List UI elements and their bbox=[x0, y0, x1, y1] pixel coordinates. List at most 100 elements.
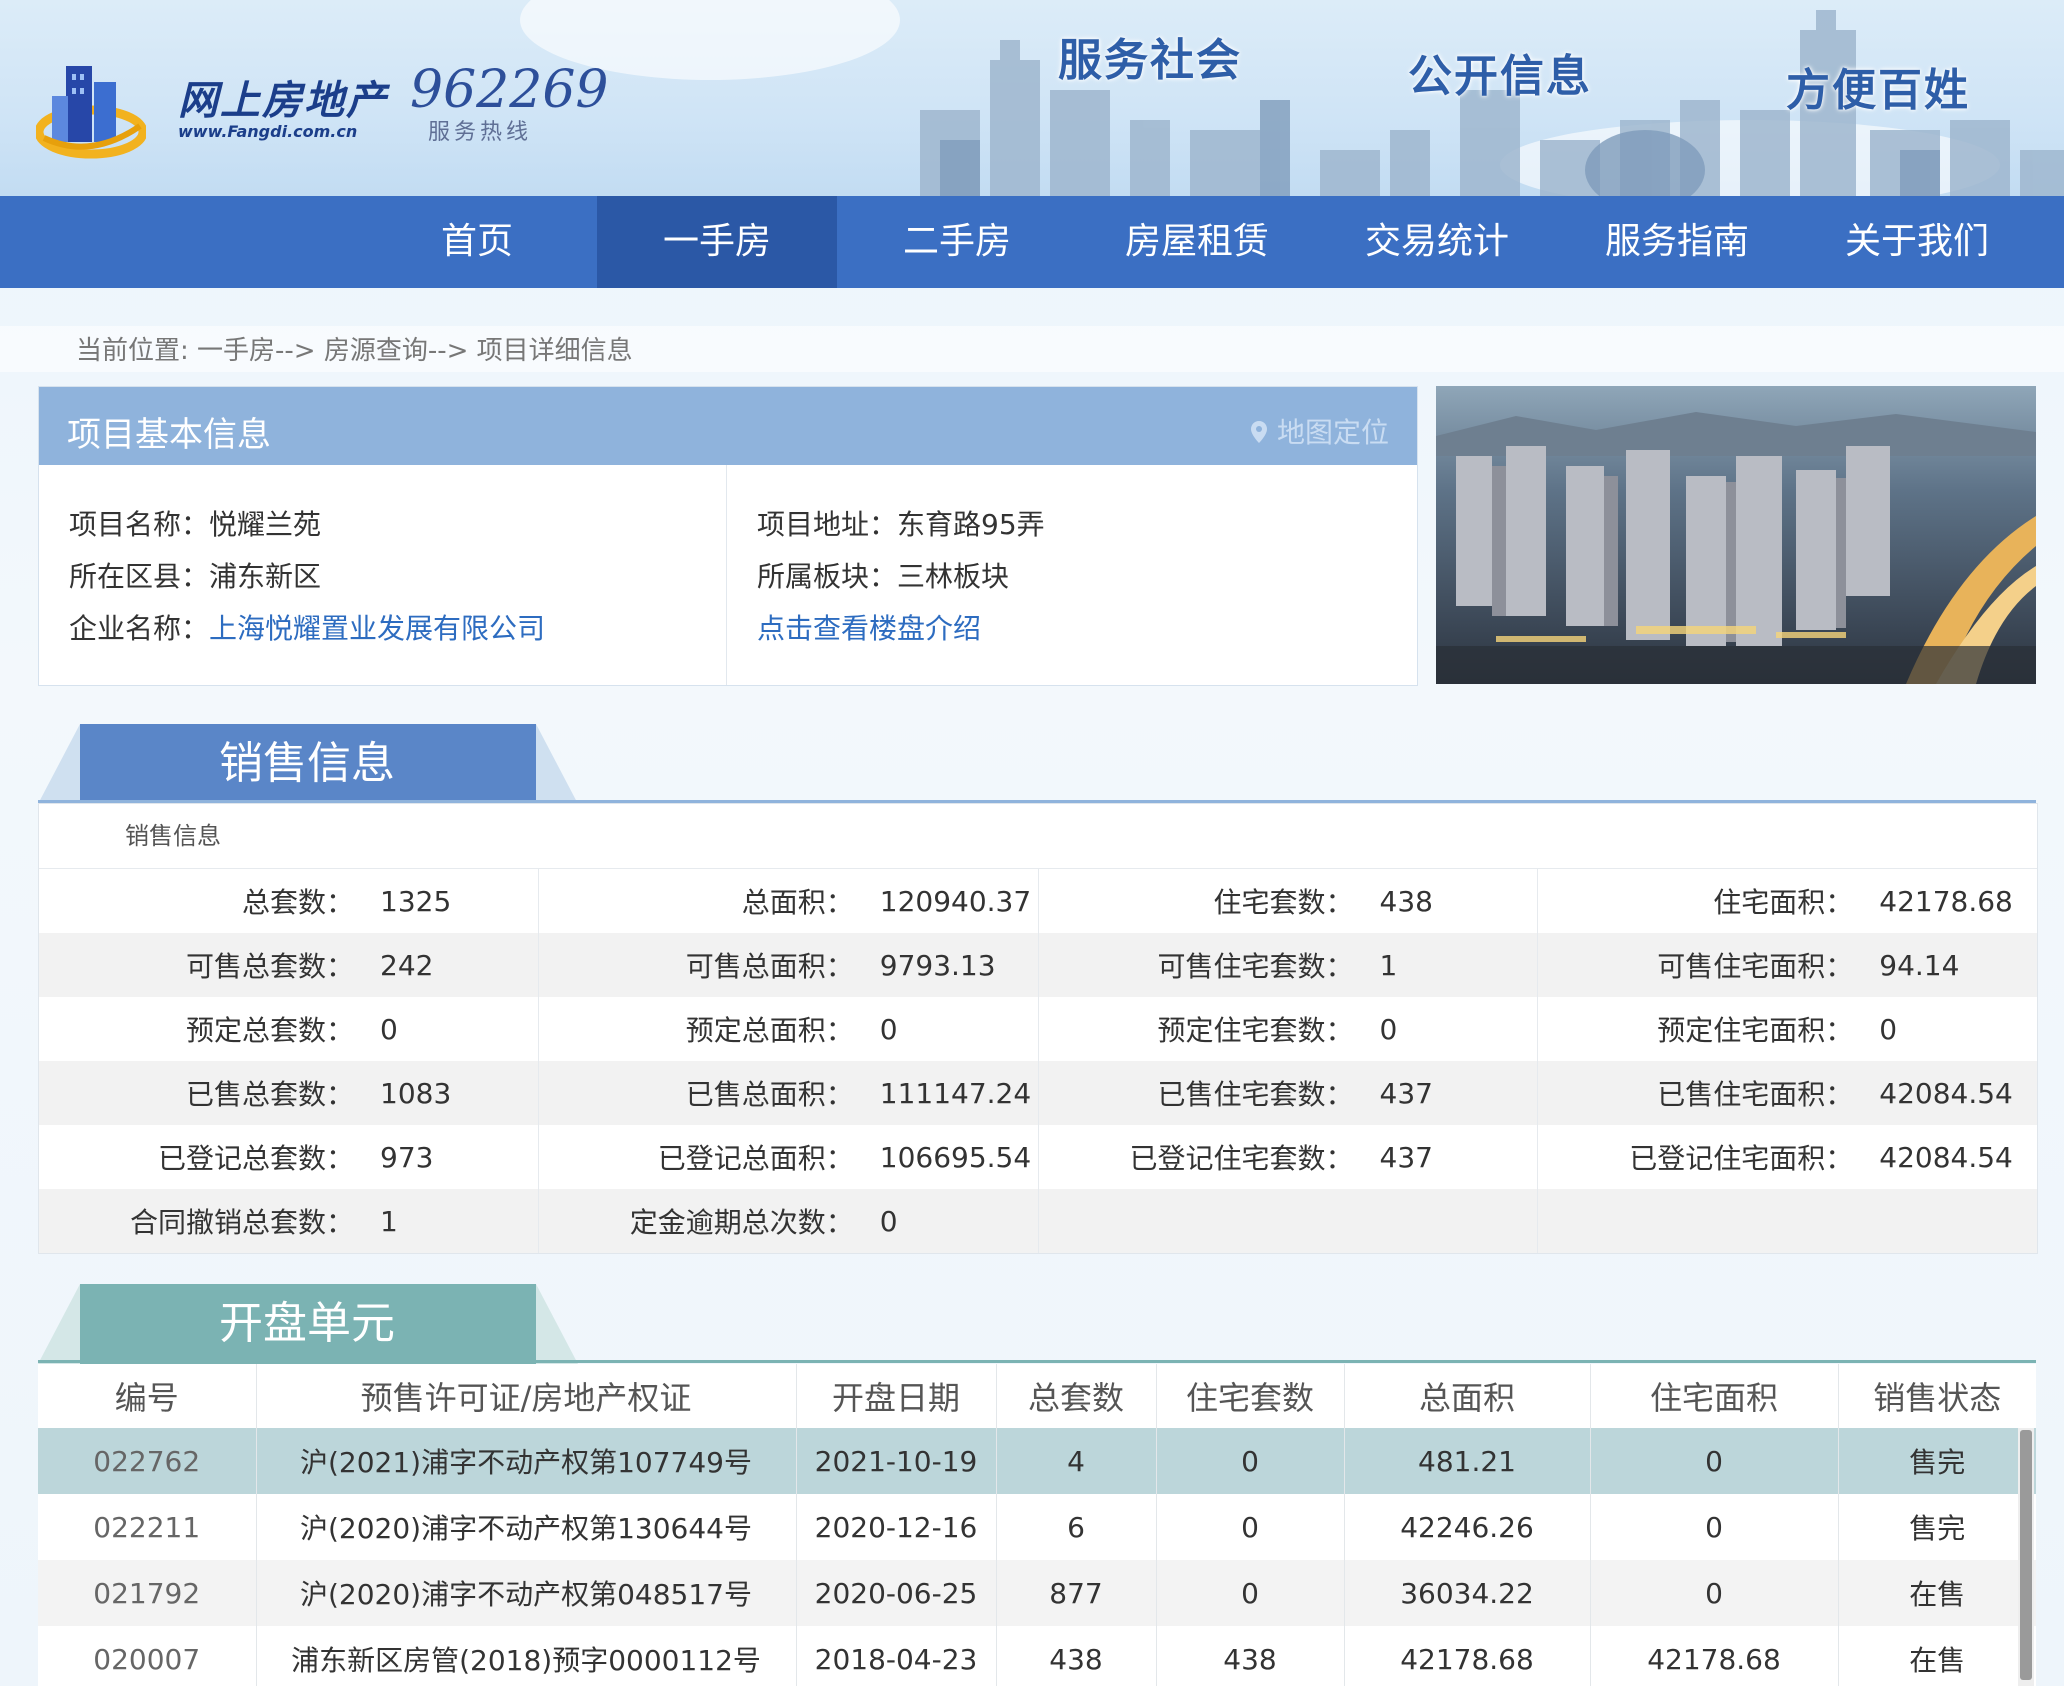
nav-new-homes[interactable]: 一手房 bbox=[597, 196, 837, 288]
stat-label: 已登记总套数： bbox=[157, 1142, 354, 1175]
company-label: 企业名称： bbox=[69, 612, 210, 645]
stat-value: 0 bbox=[1379, 1012, 1398, 1046]
stat-value: 0 bbox=[1879, 1012, 1898, 1046]
stat-value: 0 bbox=[879, 1012, 898, 1046]
district-label: 所在区县： bbox=[69, 560, 210, 593]
address-label: 项目地址： bbox=[757, 508, 898, 541]
sales-row-sold: 已售总套数： 1083 已售总面积： 111147.24 已售住宅套数： 437 已售… bbox=[39, 1061, 2037, 1125]
col-header-residential-units[interactable]: 住宅套数 bbox=[1156, 1364, 1345, 1428]
map-pin-icon bbox=[1251, 421, 1268, 443]
stat-value: 1325 bbox=[380, 884, 452, 918]
unit-code: 021792 bbox=[38, 1560, 257, 1626]
permit-number[interactable]: 浦东新区房管(2018)预字0000112号 bbox=[256, 1626, 797, 1686]
stat-label: 可售住宅套数： bbox=[1157, 950, 1354, 983]
block-label: 所属板块： bbox=[757, 560, 898, 593]
fangdi-logo-icon[interactable] bbox=[36, 52, 146, 162]
stat-label: 已登记住宅套数： bbox=[1129, 1142, 1354, 1175]
nav-about-us[interactable]: 关于我们 bbox=[1797, 196, 2037, 288]
slogan-serve-society: 服务社会 bbox=[1058, 35, 1242, 86]
stat-value: 120940.37 bbox=[879, 884, 1032, 918]
district-row: 所在区县：浦东新区 bbox=[69, 555, 321, 595]
col-header-sale-status[interactable]: 销售状态 bbox=[1838, 1364, 2036, 1428]
district-value: 浦东新区 bbox=[209, 560, 322, 593]
stat-value: 1083 bbox=[380, 1076, 452, 1110]
col-header-open-date[interactable]: 开盘日期 bbox=[796, 1364, 997, 1428]
stat-label: 总面积： bbox=[741, 886, 854, 919]
address-value: 东育路95弄 bbox=[897, 508, 1045, 541]
residential-area: 0 bbox=[1590, 1428, 1839, 1494]
stat-label: 预定住宅套数： bbox=[1157, 1014, 1354, 1047]
sale-status: 在售 bbox=[1909, 1644, 1966, 1677]
project-info-panel: 项目基本信息 地图定位 项目名称：悦耀兰苑 所在区县：浦东新区 企业名称：上海悦… bbox=[38, 386, 1418, 686]
nav-resale-homes[interactable]: 二手房 bbox=[837, 196, 1077, 288]
stat-value: 438 bbox=[1379, 884, 1433, 918]
sale-status: 售完 bbox=[1909, 1512, 1966, 1545]
logo-url: www.Fangdi.com.cn bbox=[178, 122, 358, 141]
sales-info-table: 销售信息 总套数： 1325 总面积： 120940.37 住宅套数： 438 住宅面… bbox=[38, 803, 2038, 1254]
nav-home[interactable]: 首页 bbox=[357, 196, 597, 288]
total-area: 42178.68 bbox=[1344, 1626, 1591, 1686]
total-area: 36034.22 bbox=[1344, 1560, 1591, 1626]
sales-info-caption: 销售信息 bbox=[39, 804, 2037, 869]
project-intro-link[interactable]: 点击查看楼盘介绍 bbox=[757, 612, 981, 645]
stat-value: 42084.54 bbox=[1879, 1076, 2013, 1110]
table-row[interactable]: 022762 沪(2021)浦字不动产权第107749号 2021-10-19 … bbox=[38, 1428, 2036, 1494]
col-header-residential-area[interactable]: 住宅面积 bbox=[1590, 1364, 1839, 1428]
stat-value: 106695.54 bbox=[879, 1140, 1032, 1174]
nav-rental[interactable]: 房屋租赁 bbox=[1077, 196, 1317, 288]
stat-label: 可售总面积： bbox=[685, 950, 854, 983]
residential-area: 0 bbox=[1590, 1560, 1839, 1626]
stat-label: 已登记总面积： bbox=[657, 1142, 854, 1175]
table-row[interactable]: 021792 沪(2020)浦字不动产权第048517号 2020-06-25 … bbox=[38, 1560, 2036, 1626]
permit-number[interactable]: 沪(2021)浦字不动产权第107749号 bbox=[256, 1428, 797, 1494]
company-link[interactable]: 上海悦耀置业发展有限公司 bbox=[209, 612, 545, 645]
slogan-open-information: 公开信息 bbox=[1408, 51, 1592, 102]
project-info-title: 项目基本信息 bbox=[67, 415, 271, 455]
permit-number[interactable]: 沪(2020)浦字不动产权第130644号 bbox=[256, 1494, 797, 1560]
sales-row-registered: 已登记总套数： 973 已登记总面积： 106695.54 已登记住宅套数： 437 … bbox=[39, 1125, 2037, 1189]
residential-units: 0 bbox=[1156, 1560, 1345, 1626]
hotline-number: 962269 bbox=[410, 60, 609, 120]
stat-value: 9793.13 bbox=[879, 948, 996, 982]
sales-row-reserved: 预定总套数： 0 预定总面积： 0 预定住宅套数： 0 预定住宅面积： 0 bbox=[39, 997, 2037, 1061]
breadcrumb: 当前位置: 一手房--> 房源查询--> 项目详细信息 bbox=[76, 336, 633, 366]
residential-area: 42178.68 bbox=[1590, 1626, 1839, 1686]
units-table: 编号 预售许可证/房地产权证 开盘日期 总套数 住宅套数 总面积 住宅面积 销售… bbox=[38, 1364, 2036, 1686]
project-name-label: 项目名称： bbox=[69, 508, 210, 541]
stat-value: 437 bbox=[1379, 1076, 1433, 1110]
intro-row: 点击查看楼盘介绍 bbox=[757, 607, 981, 647]
unit-code: 022211 bbox=[38, 1494, 257, 1560]
project-name-value: 悦耀兰苑 bbox=[209, 508, 322, 541]
table-row[interactable]: 020007 浦东新区房管(2018)预字0000112号 2018-04-23… bbox=[38, 1626, 2036, 1686]
open-date: 2021-10-19 bbox=[796, 1428, 997, 1494]
sales-section-tab[interactable]: 销售信息 bbox=[80, 726, 534, 802]
col-header-code[interactable]: 编号 bbox=[38, 1364, 257, 1428]
stat-label: 预定总面积： bbox=[685, 1014, 854, 1047]
units-scrollbar-thumb[interactable] bbox=[2020, 1430, 2032, 1680]
total-area: 481.21 bbox=[1344, 1428, 1591, 1494]
project-photo[interactable] bbox=[1436, 386, 2036, 684]
logo-text[interactable]: 网上房地产 bbox=[178, 68, 388, 126]
stat-label: 可售总套数： bbox=[185, 950, 354, 983]
map-locate-link[interactable]: 地图定位 bbox=[1250, 411, 1389, 451]
address-row: 项目地址：东育路95弄 bbox=[757, 503, 1045, 543]
stat-label: 已售住宅面积： bbox=[1657, 1078, 1854, 1111]
units-table-container: 编号 预售许可证/房地产权证 开盘日期 总套数 住宅套数 总面积 住宅面积 销售… bbox=[38, 1364, 2036, 1686]
table-row[interactable]: 022211 沪(2020)浦字不动产权第130644号 2020-12-16 … bbox=[38, 1494, 2036, 1560]
stat-label: 已售住宅套数： bbox=[1157, 1078, 1354, 1111]
hotline-label: 服务热线 bbox=[428, 120, 533, 145]
sales-row-cancelled: 合同撤销总套数： 1 定金逾期总次数： 0 bbox=[39, 1189, 2037, 1253]
total-units: 438 bbox=[996, 1626, 1157, 1686]
stat-value: 1 bbox=[380, 1204, 398, 1238]
nav-service-guide[interactable]: 服务指南 bbox=[1557, 196, 1797, 288]
units-header-row: 编号 预售许可证/房地产权证 开盘日期 总套数 住宅套数 总面积 住宅面积 销售… bbox=[38, 1364, 2036, 1428]
units-section-tab[interactable]: 开盘单元 bbox=[80, 1286, 534, 1362]
column-divider bbox=[726, 465, 727, 685]
residential-area: 0 bbox=[1590, 1494, 1839, 1560]
permit-number[interactable]: 沪(2020)浦字不动产权第048517号 bbox=[256, 1560, 797, 1626]
col-header-permit[interactable]: 预售许可证/房地产权证 bbox=[256, 1364, 797, 1428]
nav-transaction-stats[interactable]: 交易统计 bbox=[1317, 196, 1557, 288]
col-header-total-units[interactable]: 总套数 bbox=[996, 1364, 1157, 1428]
stat-value: 42178.68 bbox=[1879, 884, 2013, 918]
col-header-total-area[interactable]: 总面积 bbox=[1344, 1364, 1591, 1428]
